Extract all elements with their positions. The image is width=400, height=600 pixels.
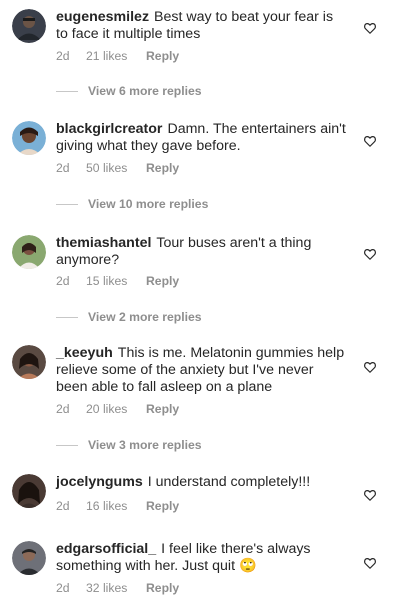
avatar[interactable] <box>12 474 46 508</box>
comment-username[interactable]: themiashantel <box>56 235 151 251</box>
reply-button[interactable]: Reply <box>146 274 179 288</box>
comment-age: 2d <box>56 274 70 288</box>
view-replies-link[interactable]: View 2 more replies <box>56 309 202 325</box>
comment-age: 2d <box>56 402 70 416</box>
comment-likes[interactable]: 50 likes <box>86 161 146 175</box>
reply-divider <box>56 203 78 205</box>
heart-outline-icon[interactable] <box>363 556 377 570</box>
heart-outline-icon[interactable] <box>363 134 377 148</box>
avatar[interactable] <box>12 345 46 379</box>
comment-body: _keeyuh This is me. Melatonin gummies hel… <box>56 345 348 396</box>
avatar[interactable] <box>12 9 46 43</box>
comment-meta: 2d 16 likes Reply <box>56 499 179 513</box>
view-replies-label[interactable]: View 3 more replies <box>88 438 202 452</box>
comment-body: edgarsofficial_ I feel like there's alway… <box>56 541 348 575</box>
view-replies-label[interactable]: View 2 more replies <box>88 310 202 324</box>
avatar[interactable] <box>12 541 46 575</box>
reply-button[interactable]: Reply <box>146 499 179 513</box>
comment-likes[interactable]: 20 likes <box>86 402 146 416</box>
comment-likes[interactable]: 16 likes <box>86 499 146 513</box>
comment-age: 2d <box>56 161 70 175</box>
comment-age: 2d <box>56 499 70 513</box>
comment-meta: 2d 50 likes Reply <box>56 161 179 175</box>
comment-likes[interactable]: 32 likes <box>86 581 146 595</box>
comment-meta: 2d 20 likes Reply <box>56 402 179 416</box>
comment-body: jocelyngums I understand completely!!! <box>56 474 348 491</box>
reply-button[interactable]: Reply <box>146 161 179 175</box>
view-replies-label[interactable]: View 6 more replies <box>88 84 202 98</box>
reply-divider <box>56 90 78 92</box>
comment-age: 2d <box>56 49 70 63</box>
comment-body: themiashantel Tour buses aren't a thing a… <box>56 235 348 269</box>
heart-outline-icon[interactable] <box>363 21 377 35</box>
avatar[interactable] <box>12 121 46 155</box>
comment-likes[interactable]: 21 likes <box>86 49 146 63</box>
comment-text: I understand completely!!! <box>147 474 311 490</box>
reply-divider <box>56 316 78 318</box>
comment-meta: 2d 21 likes Reply <box>56 49 179 63</box>
view-replies-link[interactable]: View 6 more replies <box>56 83 202 99</box>
comment-username[interactable]: eugenesmilez <box>56 9 149 25</box>
comment-meta: 2d 15 likes Reply <box>56 274 179 288</box>
comment-username[interactable]: jocelyngums <box>56 474 143 490</box>
avatar[interactable] <box>12 235 46 269</box>
comment-username[interactable]: blackgirlcreator <box>56 121 162 137</box>
reply-button[interactable]: Reply <box>146 581 179 595</box>
view-replies-link[interactable]: View 3 more replies <box>56 437 202 453</box>
reply-button[interactable]: Reply <box>146 402 179 416</box>
heart-outline-icon[interactable] <box>363 247 377 261</box>
reply-divider <box>56 444 78 446</box>
comment-username[interactable]: edgarsofficial_ <box>56 541 156 557</box>
view-replies-label[interactable]: View 10 more replies <box>88 197 208 211</box>
comment-body: blackgirlcreator Damn. The entertainers a… <box>56 121 348 155</box>
comment-username[interactable]: _keeyuh <box>56 345 113 361</box>
view-replies-link[interactable]: View 10 more replies <box>56 196 208 212</box>
heart-outline-icon[interactable] <box>363 360 377 374</box>
comment-age: 2d <box>56 581 70 595</box>
heart-outline-icon[interactable] <box>363 488 377 502</box>
comment-likes[interactable]: 15 likes <box>86 274 146 288</box>
reply-button[interactable]: Reply <box>146 49 179 63</box>
comment-meta: 2d 32 likes Reply <box>56 581 179 595</box>
comment-body: eugenesmilez Best way to beat your fear i… <box>56 9 348 43</box>
